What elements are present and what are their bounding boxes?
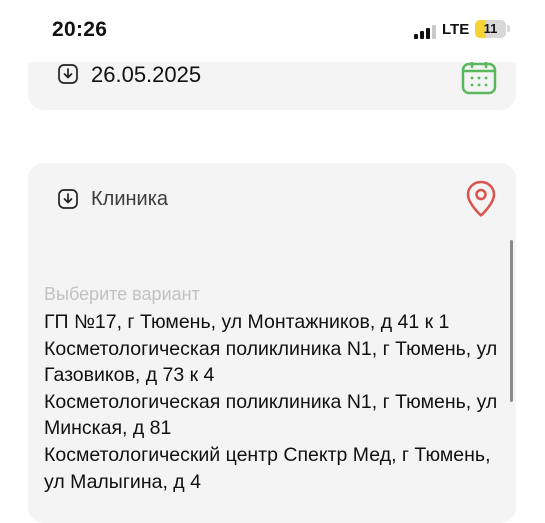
- status-time: 20:26: [52, 18, 108, 41]
- battery-level: 11: [483, 21, 498, 36]
- location-pin-icon[interactable]: [465, 180, 497, 218]
- clinic-option[interactable]: Косметологическая поликлиника N1, г Тюме…: [44, 336, 504, 389]
- battery-cap: [507, 25, 510, 32]
- clinic-option[interactable]: Косметологическая поликлиника N1, г Тюме…: [44, 389, 504, 442]
- options-scrollbar[interactable]: [510, 240, 513, 402]
- clinic-option[interactable]: ГП №17, г Тюмень, ул Монтажников, д 41 к…: [44, 309, 504, 336]
- network-type: LTE: [442, 21, 470, 38]
- download-circle-icon: [58, 189, 78, 209]
- status-bar: 20:26 LTE 11: [0, 0, 545, 62]
- signal-icon: [414, 25, 436, 39]
- clinic-options-list: ГП №17, г Тюмень, ул Монтажников, д 41 к…: [44, 309, 504, 495]
- date-value[interactable]: 26.05.2025: [91, 62, 201, 88]
- download-circle-icon: [58, 64, 78, 84]
- battery-icon: 11: [475, 20, 506, 38]
- select-placeholder: Выберите вариант: [44, 284, 200, 304]
- calendar-icon[interactable]: [461, 59, 497, 95]
- clinic-option[interactable]: Косметологический центр Спектр Мед, г Тю…: [44, 442, 504, 495]
- clinic-label: Клиника: [91, 188, 169, 210]
